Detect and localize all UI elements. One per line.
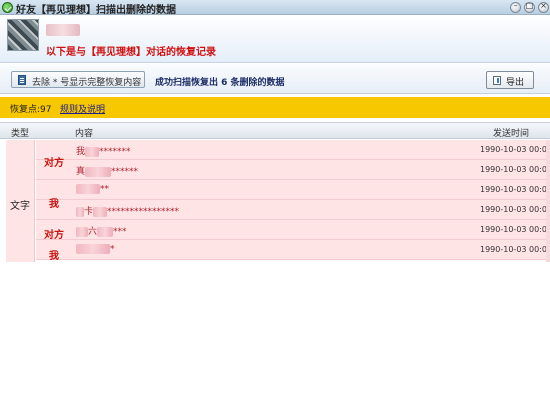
- minimize-icon: –: [513, 1, 518, 10]
- redaction-blur: [76, 226, 88, 237]
- document-icon: [18, 75, 26, 85]
- remove-asterisk-label: 去除 * 号显示完整恢复内容: [32, 78, 142, 88]
- redaction-blur: [85, 146, 100, 157]
- conversation-header: 以下是与【再见理想】对话的恢复记录: [0, 15, 550, 63]
- close-icon: ×: [540, 1, 547, 10]
- redaction-blur: [76, 184, 100, 194]
- send-time: 1990-10-03 00:00: [480, 245, 550, 254]
- send-time: 1990-10-03 00:00: [480, 145, 550, 154]
- rules-link[interactable]: 规则及说明: [60, 102, 105, 115]
- send-time: 1990-10-03 00:00: [480, 225, 550, 234]
- redaction-blur: [85, 166, 112, 177]
- redaction-blur: [97, 226, 114, 237]
- sender-label: 对方: [44, 158, 64, 169]
- window-title: 好友【再见理想】扫描出删除的数据: [16, 5, 176, 16]
- title-bar: 好友【再见理想】扫描出删除的数据 – □ ×: [0, 0, 550, 16]
- table-row[interactable]: 卡 **************** 1990-10-03 00:00: [36, 200, 550, 220]
- redaction-blur: [76, 244, 110, 254]
- remove-asterisk-button[interactable]: 去除 * 号显示完整恢复内容: [11, 71, 145, 88]
- sender-label: 我: [49, 199, 59, 210]
- avatar: [7, 19, 39, 51]
- minimize-button[interactable]: –: [510, 1, 521, 13]
- maximize-icon: □: [525, 1, 534, 10]
- table-header: 类型 内容 发送时间: [0, 122, 550, 139]
- export-icon: [493, 76, 501, 85]
- type-label: 文字: [10, 201, 30, 212]
- redaction-blur: [76, 206, 84, 217]
- app-logo-icon: [2, 2, 13, 13]
- message-content: 真 ******: [76, 166, 139, 177]
- description-suffix: 对话的恢复记录: [146, 47, 216, 58]
- recovery-point-label: 恢复点:97: [10, 105, 52, 115]
- message-content: **: [76, 184, 109, 195]
- close-button[interactable]: ×: [538, 1, 549, 13]
- sender-label: 我: [49, 251, 59, 262]
- export-button[interactable]: 导出: [486, 71, 534, 89]
- table-row[interactable]: 我 ******* 1990-10-03 00:00: [36, 140, 550, 160]
- maximize-button[interactable]: □: [524, 1, 535, 13]
- column-send-time[interactable]: 发送时间: [493, 126, 529, 139]
- send-time: 1990-10-03 00:00: [480, 185, 550, 194]
- toolbar: 去除 * 号显示完整恢复内容 成功扫描恢复出 6 条删除的数据 导出: [0, 64, 550, 94]
- message-content: 我 *******: [76, 146, 131, 157]
- message-content: *: [76, 244, 115, 255]
- redacted-name: [46, 24, 80, 36]
- description-prefix: 以下是与: [46, 47, 86, 58]
- table-row[interactable]: 六 *** 1990-10-03 00:00: [36, 220, 550, 240]
- contact-name: 【再见理想】: [86, 47, 146, 58]
- message-content: 六 ***: [76, 224, 127, 237]
- send-time: 1990-10-03 00:00: [480, 205, 550, 214]
- scan-status-text: 成功扫描恢复出 6 条删除的数据: [155, 78, 285, 88]
- column-content[interactable]: 内容: [75, 126, 93, 139]
- export-label: 导出: [506, 78, 525, 88]
- table-right-edge: [546, 140, 550, 262]
- redaction-blur: [93, 206, 108, 217]
- table-row[interactable]: ** 1990-10-03 00:00: [36, 180, 550, 200]
- table-row[interactable]: 真 ****** 1990-10-03 00:00: [36, 160, 550, 180]
- message-content: 卡 ****************: [76, 204, 179, 217]
- table-row[interactable]: * 1990-10-03 00:00: [36, 240, 550, 260]
- send-time: 1990-10-03 00:00: [480, 165, 550, 174]
- conversation-description: 以下是与【再见理想】对话的恢复记录: [46, 43, 216, 58]
- recovery-info-bar: 恢复点:97 规则及说明: [0, 97, 550, 118]
- sender-label: 对方: [44, 230, 64, 241]
- type-cell: 文字: [6, 140, 35, 262]
- column-type[interactable]: 类型: [11, 126, 29, 139]
